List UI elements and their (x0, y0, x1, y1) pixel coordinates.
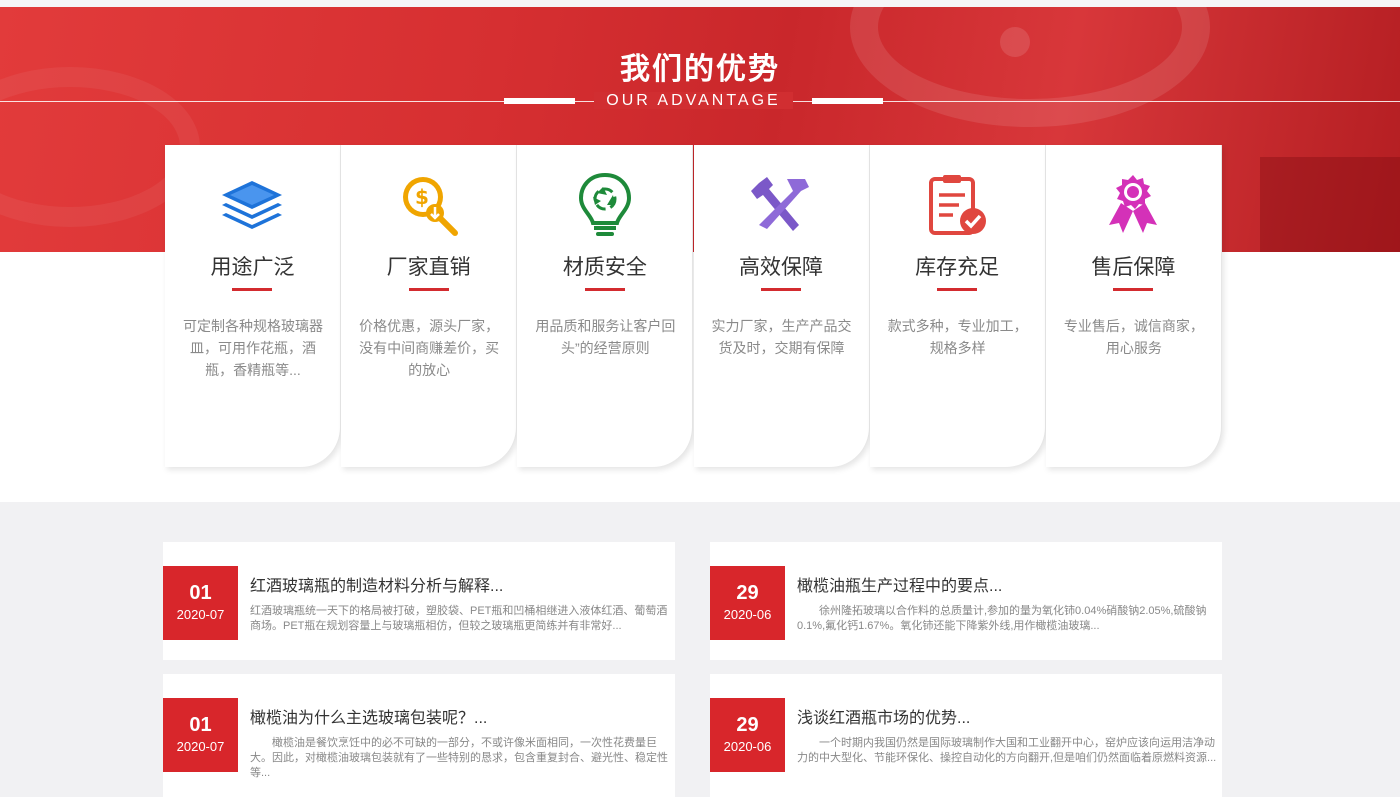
card-divider (1113, 288, 1154, 291)
card-title: 库存充足 (915, 256, 1000, 279)
advantage-card-wide-use[interactable]: 用途广泛 可定制各种规格玻璃器皿，可用作花瓶，酒瓶，香精瓶等... (165, 145, 341, 467)
news-date-badge: 29 2020-06 (710, 698, 785, 772)
advantage-card-material-safety[interactable]: 材质安全 用品质和服务让客户回头”的经营原则 (517, 145, 694, 467)
news-title-link[interactable]: 浅谈红酒瓶市场的优势... (797, 704, 970, 728)
news-excerpt: 一个时期内我国仍然是国际玻璃制作大国和工业翻开中心，窑炉应该向运用洁净动力的中大… (797, 737, 1217, 764)
card-divider (408, 288, 449, 291)
news-excerpt: 徐州隆拓玻璃以合作料的总质量计,参加的量为氧化铈0.04%硝酸钠2.05%,硫酸… (797, 605, 1207, 632)
card-description: 专业售后，诚信商家，用心服务 (1063, 318, 1204, 356)
news-date-badge: 01 2020-07 (163, 698, 238, 772)
news-date-badge: 29 2020-06 (710, 566, 785, 640)
news-item[interactable]: 29 2020-06 浅谈红酒瓶市场的优势... 一个时期内我国仍然是国际玻璃制… (710, 674, 1222, 797)
advantage-card-inventory[interactable]: 库存充足 款式多种，专业加工，规格多样 (869, 145, 1046, 467)
news-title-link[interactable]: 橄榄油为什么主选玻璃包装呢？... (250, 704, 487, 728)
card-description: 价格优惠，源头厂家，没有中间商赚差价，买的放心 (359, 318, 500, 378)
news-title-link[interactable]: 橄榄油瓶生产过程中的要点... (797, 572, 1002, 596)
card-description: 用品质和服务让客户回头”的经营原则 (535, 318, 676, 356)
news-excerpt: 橄榄油是餐饮烹饪中的必不可缺的一部分，不或许像米面相同，一次性花费量巨大。因此，… (250, 737, 668, 779)
advantage-card-after-sales[interactable]: 售后保障 专业售后，诚信商家，用心服务 (1045, 145, 1222, 467)
checklist-icon (870, 173, 1045, 239)
news-title-link[interactable]: 红酒玻璃瓶的制造材料分析与解释... (250, 572, 503, 596)
advantage-card-efficiency[interactable]: 高效保障 实力厂家，生产产品交货及时，交期有保障 (693, 145, 870, 467)
award-ribbon-icon (1046, 173, 1221, 239)
title-accent-bar-right (812, 98, 883, 104)
news-date-badge: 01 2020-07 (163, 566, 238, 640)
news-item[interactable]: 01 2020-07 红酒玻璃瓶的制造材料分析与解释... 红酒玻璃瓶统一天下的… (163, 542, 675, 660)
svg-text:$: $ (415, 185, 429, 209)
tools-icon (694, 173, 869, 239)
title-accent-bar-left (504, 98, 575, 104)
card-divider (761, 288, 801, 291)
news-excerpt: 红酒玻璃瓶统一天下的格局被打破，塑胶袋、PET瓶和凹桶相继进入液体红酒、葡萄酒商… (250, 605, 668, 632)
advantage-card-direct-sales[interactable]: $ 厂家直销 价格优惠，源头厂家，没有中间商赚差价，买的放心 (341, 145, 518, 467)
card-title: 厂家直销 (386, 256, 471, 279)
section-title: 我们的优势 (620, 53, 780, 86)
news-item[interactable]: 29 2020-06 橄榄油瓶生产过程中的要点... 徐州隆拓玻璃以合作料的总质… (710, 542, 1222, 660)
card-divider (584, 288, 625, 291)
section-subtitle: OUR ADVANTAGE (575, 92, 812, 110)
card-description: 实力厂家，生产产品交货及时，交期有保障 (711, 318, 852, 356)
card-title: 用途广泛 (210, 256, 295, 279)
card-description: 可定制各种规格玻璃器皿，可用作花瓶，酒瓶，香精瓶等... (183, 318, 323, 378)
recycle-bulb-icon (517, 173, 692, 239)
stack-layers-icon (165, 173, 340, 239)
card-title: 高效保障 (739, 256, 823, 279)
card-title: 材质安全 (562, 256, 647, 279)
card-description: 款式多种，专业加工，规格多样 (887, 318, 1028, 356)
banner-decoration (1260, 157, 1400, 252)
card-divider (937, 288, 978, 291)
card-title: 售后保障 (1091, 256, 1176, 279)
dollar-search-icon: $ (341, 173, 516, 239)
news-item[interactable]: 01 2020-07 橄榄油为什么主选玻璃包装呢？... 橄榄油是餐饮烹饪中的必… (163, 674, 675, 797)
advantage-cards: 用途广泛 可定制各种规格玻璃器皿，可用作花瓶，酒瓶，香精瓶等... $ 厂家直销… (165, 145, 1222, 467)
card-divider (232, 288, 273, 291)
